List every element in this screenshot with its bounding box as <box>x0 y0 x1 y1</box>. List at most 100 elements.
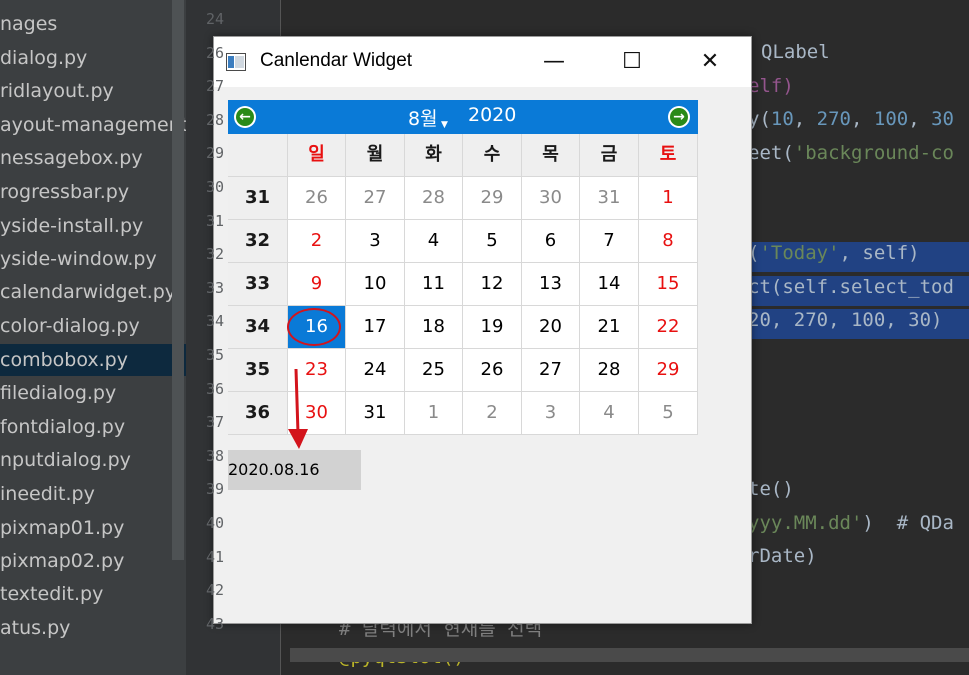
project-file-tree: nages dialog.py ridlayout.py ayout-manageme… <box>0 0 217 675</box>
calendar-day-cell[interactable]: 14 <box>580 263 639 306</box>
calendar-day-cell[interactable]: 11 <box>405 263 463 306</box>
file-tree-item[interactable]: combobox.py <box>0 344 186 376</box>
calendar-day-cell[interactable]: 29 <box>639 349 698 392</box>
calendar-day-cell[interactable]: 22 <box>639 306 698 349</box>
file-tree-item[interactable]: pixmap01.py <box>0 512 124 544</box>
calendar-day-cell[interactable]: 6 <box>522 220 580 263</box>
weekday-header: 화 <box>405 134 463 177</box>
calendar-day-cell[interactable]: 24 <box>346 349 405 392</box>
line-number: 35 <box>205 346 224 364</box>
arrow-right-icon: → <box>670 108 688 126</box>
file-tree-item[interactable]: ineedit.py <box>0 478 95 510</box>
file-tree-item[interactable]: calendarwidget.py <box>0 276 176 308</box>
line-number: 32 <box>205 245 224 264</box>
line-number: 27 <box>205 77 224 96</box>
calendar-day-cell[interactable]: 1 <box>405 392 463 435</box>
line-number: 38 <box>205 446 224 465</box>
file-tree-item[interactable]: dialog.py <box>0 42 87 74</box>
calendar-day-cell[interactable]: 28 <box>580 349 639 392</box>
calendar-day-cell[interactable]: 28 <box>405 177 463 220</box>
calendar-day-cell[interactable]: 3 <box>346 220 405 263</box>
code-line: rDate) <box>748 545 817 567</box>
file-tree-item[interactable]: yside-window.py <box>0 243 157 275</box>
calendar-day-cell[interactable]: 31 <box>346 392 405 435</box>
calendar-day-cell[interactable]: 4 <box>405 220 463 263</box>
calendar-day-cell[interactable]: 27 <box>522 349 580 392</box>
file-tree-item[interactable]: nessagebox.py <box>0 142 143 174</box>
calendar-day-cell[interactable]: 5 <box>639 392 698 435</box>
close-button[interactable]: ✕ <box>682 37 738 87</box>
weekday-header: 일 <box>288 134 346 177</box>
calendar-day-cell[interactable]: 20 <box>522 306 580 349</box>
code-line: y(10, 270, 100, 30 <box>748 108 954 130</box>
calendar-day-cell[interactable]: 30 <box>522 177 580 220</box>
file-tree-item[interactable]: nputdialog.py <box>0 444 131 476</box>
calendar-day-cell[interactable]: 9 <box>288 263 346 306</box>
calendar-day-cell[interactable]: 7 <box>580 220 639 263</box>
calendar-day-cell[interactable]: 5 <box>463 220 522 263</box>
calendar-day-cell[interactable]: 26 <box>463 349 522 392</box>
calendar-day-cell[interactable]: 1 <box>639 177 698 220</box>
file-tree-item[interactable]: filedialog.py <box>0 377 116 409</box>
code-line: QLabel <box>761 41 830 63</box>
annotation-circle <box>287 308 341 346</box>
month-selector[interactable]: 8월 <box>408 104 438 131</box>
weekday-header: 수 <box>463 134 522 177</box>
calendar-day-cell[interactable]: 19 <box>463 306 522 349</box>
file-tree-item[interactable]: nages <box>0 8 57 40</box>
weekday-header: 목 <box>522 134 580 177</box>
calendar-day-cell[interactable]: 12 <box>463 263 522 306</box>
file-tree-item[interactable]: atus.py <box>0 612 70 644</box>
maximize-button[interactable]: ☐ <box>604 37 660 87</box>
arrow-left-icon: ← <box>236 108 254 126</box>
line-number: 28 <box>205 110 224 129</box>
calendar-day-cell[interactable]: 13 <box>522 263 580 306</box>
calendar-day-cell[interactable]: 2 <box>463 392 522 435</box>
calendar-day-cell[interactable]: 15 <box>639 263 698 306</box>
calendar-day-cell[interactable]: 25 <box>405 349 463 392</box>
calendar-day-cell[interactable]: 3 <box>522 392 580 435</box>
code-line-selected: ('Today', self) <box>748 242 969 272</box>
editor-horizontal-scrollbar[interactable] <box>290 648 969 662</box>
calendar-day-cell[interactable]: 18 <box>405 306 463 349</box>
window-titlebar[interactable]: Canlendar Widget — ☐ ✕ <box>214 37 751 87</box>
weekday-header: 월 <box>346 134 405 177</box>
code-line: yyy.MM.dd') # QDa <box>748 512 954 534</box>
file-tree-item[interactable]: rogressbar.py <box>0 176 129 208</box>
file-tree-item[interactable]: yside-install.py <box>0 210 143 242</box>
calendar-day-cell[interactable]: 26 <box>288 177 346 220</box>
line-number: 36 <box>205 379 224 398</box>
line-number: 42 <box>205 581 224 600</box>
file-tree-item[interactable]: color-dialog.py <box>0 310 140 342</box>
line-number: 31 <box>205 211 224 230</box>
weekday-header: 토 <box>639 134 698 177</box>
window-title: Canlendar Widget <box>260 50 413 71</box>
file-tree-item[interactable]: pixmap02.py <box>0 545 124 577</box>
week-number: 33 <box>228 263 288 306</box>
calendar-day-cell[interactable]: 21 <box>580 306 639 349</box>
calendar-day-cell[interactable]: 4 <box>580 392 639 435</box>
file-tree-scrollbar[interactable] <box>172 0 184 560</box>
calendar-day-cell[interactable]: 29 <box>463 177 522 220</box>
year-selector[interactable]: 2020 <box>468 104 516 126</box>
week-number: 31 <box>228 177 288 220</box>
line-number: 30 <box>205 178 224 196</box>
calendar-day-cell[interactable]: 17 <box>346 306 405 349</box>
code-line-selected: ct(self.select_tod <box>748 276 969 306</box>
prev-month-button[interactable]: ← <box>234 106 256 128</box>
file-tree-item[interactable]: ayout-management.py <box>0 109 217 141</box>
minimize-button[interactable]: — <box>526 37 582 87</box>
app-icon <box>226 53 246 71</box>
line-number: 24 <box>205 10 224 28</box>
calendar-day-cell[interactable]: 8 <box>639 220 698 263</box>
calendar-day-cell[interactable]: 27 <box>346 177 405 220</box>
calendar-corner-cell <box>228 134 288 177</box>
code-line: eet('background-co <box>748 142 954 164</box>
file-tree-item[interactable]: ridlayout.py <box>0 75 114 107</box>
file-tree-item[interactable]: textedit.py <box>0 578 103 610</box>
calendar-day-cell[interactable]: 2 <box>288 220 346 263</box>
calendar-day-cell[interactable]: 31 <box>580 177 639 220</box>
next-month-button[interactable]: → <box>668 106 690 128</box>
calendar-day-cell[interactable]: 10 <box>346 263 405 306</box>
file-tree-item[interactable]: fontdialog.py <box>0 411 125 443</box>
